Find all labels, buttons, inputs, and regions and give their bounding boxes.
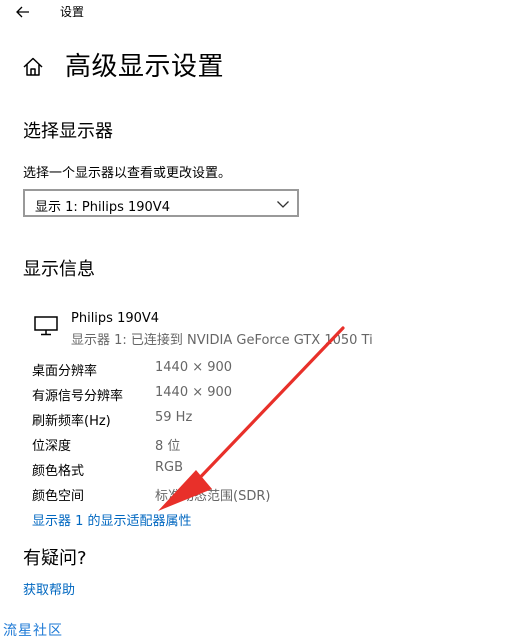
- info-value-color-format: RGB: [155, 460, 184, 475]
- get-help-link[interactable]: 获取帮助: [23, 579, 75, 598]
- help-heading: 有疑问?: [23, 548, 87, 569]
- back-arrow-icon: [16, 6, 29, 18]
- chevron-down-icon: [277, 201, 289, 208]
- info-value-desktop-resolution: 1440 × 900: [155, 360, 233, 375]
- display-select-dropdown[interactable]: 显示 1: Philips 190V4: [23, 189, 299, 217]
- page-title: 高级显示设置: [65, 52, 225, 82]
- display-adapter-properties-link[interactable]: 显示器 1 的显示适配器属性: [32, 510, 192, 529]
- info-value-color-space: 标准动态范围(SDR): [155, 489, 271, 504]
- display-info-heading: 显示信息: [23, 259, 95, 280]
- info-label-refresh-rate: 刷新频率(Hz): [32, 414, 111, 429]
- monitor-connection: 显示器 1: 已连接到 NVIDIA GeForce GTX 1050 Ti: [71, 333, 373, 348]
- info-value-active-signal-resolution: 1440 × 900: [155, 385, 233, 400]
- display-select-value: 显示 1: Philips 190V4: [35, 200, 170, 215]
- info-label-color-format: 颜色格式: [32, 464, 85, 479]
- info-label-active-signal-resolution: 有源信号分辨率: [32, 389, 124, 404]
- monitor-icon: [34, 316, 58, 336]
- home-icon: [23, 57, 43, 76]
- info-label-desktop-resolution: 桌面分辨率: [32, 364, 98, 379]
- home-button[interactable]: [20, 54, 46, 80]
- monitor-name: Philips 190V4: [71, 311, 160, 326]
- info-label-bit-depth: 位深度: [32, 439, 72, 454]
- select-display-description: 选择一个显示器以查看或更改设置。: [23, 166, 232, 181]
- info-label-color-space: 颜色空间: [32, 489, 85, 504]
- back-button[interactable]: [8, 0, 38, 24]
- info-value-bit-depth: 8 位: [155, 439, 181, 454]
- watermark: 流星社区: [3, 623, 63, 639]
- select-display-heading: 选择显示器: [23, 121, 113, 142]
- window-title: 设置: [60, 5, 85, 19]
- info-value-refresh-rate: 59 Hz: [155, 410, 193, 425]
